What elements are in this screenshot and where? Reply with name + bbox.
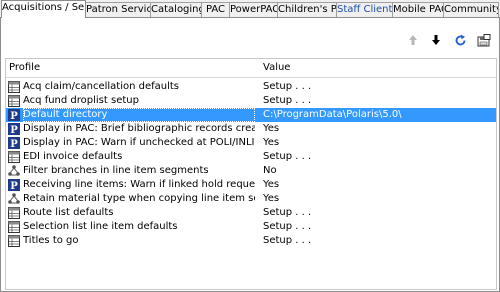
profile-grid: Profile Value Acq claim/cancellation def… (5, 58, 497, 290)
network-icon (8, 165, 20, 177)
svg-text:P: P (10, 139, 18, 149)
table-icon (8, 221, 20, 233)
table-row[interactable]: Titles to go Setup . . . (6, 234, 496, 248)
tab-panel: Profile Value Acq claim/cancellation def… (0, 17, 500, 292)
tab-cataloging[interactable]: Cataloging (150, 2, 202, 17)
row-profile-name: Acq claim/cancellation defaults (23, 81, 180, 92)
table-icon (8, 207, 20, 219)
row-value[interactable]: Setup . . . (263, 94, 493, 108)
tab-patron-services[interactable]: Patron Services (85, 2, 151, 17)
row-value[interactable]: Yes (263, 178, 493, 192)
row-value[interactable]: Setup . . . (263, 80, 493, 94)
row-profile-name: Display in PAC: Warn if unchecked at POL… (23, 137, 255, 148)
svg-text:P: P (10, 111, 18, 121)
column-header-profile[interactable]: Profile (9, 62, 40, 73)
arrow-up-icon[interactable] (405, 32, 421, 48)
grid-header: Profile Value (6, 59, 496, 78)
svg-text:P: P (10, 181, 18, 191)
tab-powerpac[interactable]: PowerPAC (229, 2, 278, 17)
toolbar (1, 18, 499, 58)
row-profile-name: Receiving line items: Warn if linked hol… (23, 179, 255, 190)
table-row[interactable]: Retain material type when copying line i… (6, 192, 496, 206)
row-value[interactable]: Yes (263, 122, 493, 136)
table-row[interactable]: P Display in PAC: Brief bibliographic rec… (6, 122, 496, 136)
polaris-p-icon: P (8, 109, 20, 122)
row-value[interactable]: C:\ProgramData\Polaris\5.0\ (263, 108, 493, 122)
network-icon (8, 193, 20, 205)
row-value[interactable]: Setup . . . (263, 220, 493, 234)
column-header-value[interactable]: Value (263, 62, 290, 73)
row-profile-name: EDI invoice defaults (23, 151, 123, 162)
row-value[interactable]: Setup . . . (263, 234, 493, 248)
tab-community[interactable]: Community (443, 2, 499, 17)
table-row[interactable]: EDI invoice defaults Setup . . . (6, 150, 496, 164)
table-row[interactable]: Filter branches in line item segments No (6, 164, 496, 178)
row-profile-name: Default directory (23, 108, 255, 122)
row-profile-name: Acq fund droplist setup (23, 95, 139, 106)
row-value[interactable]: No (263, 164, 493, 178)
table-row[interactable]: Acq fund droplist setup Setup . . . (6, 94, 496, 108)
row-value[interactable]: Setup . . . (263, 206, 493, 220)
table-row[interactable]: P Default directory C:\ProgramData\Polaris… (6, 108, 496, 122)
row-profile-name: Filter branches in line item segments (23, 165, 209, 176)
row-value[interactable]: Setup . . . (263, 150, 493, 164)
table-row[interactable]: Route list defaults Setup . . . (6, 206, 496, 220)
refresh-icon[interactable] (452, 32, 468, 48)
tab-childrens-pac[interactable]: Children's PAC (277, 2, 337, 17)
polaris-p-icon: P (8, 179, 20, 192)
row-value[interactable]: Yes (263, 136, 493, 150)
row-profile-name: Route list defaults (23, 207, 114, 218)
table-row[interactable]: P Display in PAC: Warn if unchecked at PO… (6, 136, 496, 150)
polaris-p-icon: P (8, 123, 20, 136)
row-profile-name: Retain material type when copying line i… (23, 193, 255, 204)
table-icon (8, 151, 20, 163)
svg-text:P: P (10, 125, 18, 135)
table-icon (8, 95, 20, 107)
tab-mobile-pac[interactable]: Mobile PAC (392, 2, 444, 17)
tab-acquisitions-serials[interactable]: Acquisitions / Serials (1, 0, 86, 18)
save-icon[interactable] (476, 32, 492, 48)
table-row[interactable]: Selection list line item defaults Setup .… (6, 220, 496, 234)
table-icon (8, 235, 20, 247)
arrow-down-icon[interactable] (428, 32, 444, 48)
row-profile-name: Titles to go (23, 235, 79, 246)
row-profile-name: Display in PAC: Brief bibliographic reco… (23, 123, 255, 134)
polaris-p-icon: P (8, 137, 20, 150)
tab-strip: Acquisitions / Serials Patron Services C… (0, 0, 500, 18)
table-row[interactable]: P Receiving line items: Warn if linked ho… (6, 178, 496, 192)
tab-staff-client[interactable]: Staff Client (336, 2, 393, 17)
table-icon (8, 81, 20, 93)
tab-pac[interactable]: PAC (201, 2, 230, 17)
table-row[interactable]: Acq claim/cancellation defaults Setup . .… (6, 80, 496, 94)
row-value[interactable]: Yes (263, 192, 493, 206)
row-profile-name: Selection list line item defaults (23, 221, 178, 232)
